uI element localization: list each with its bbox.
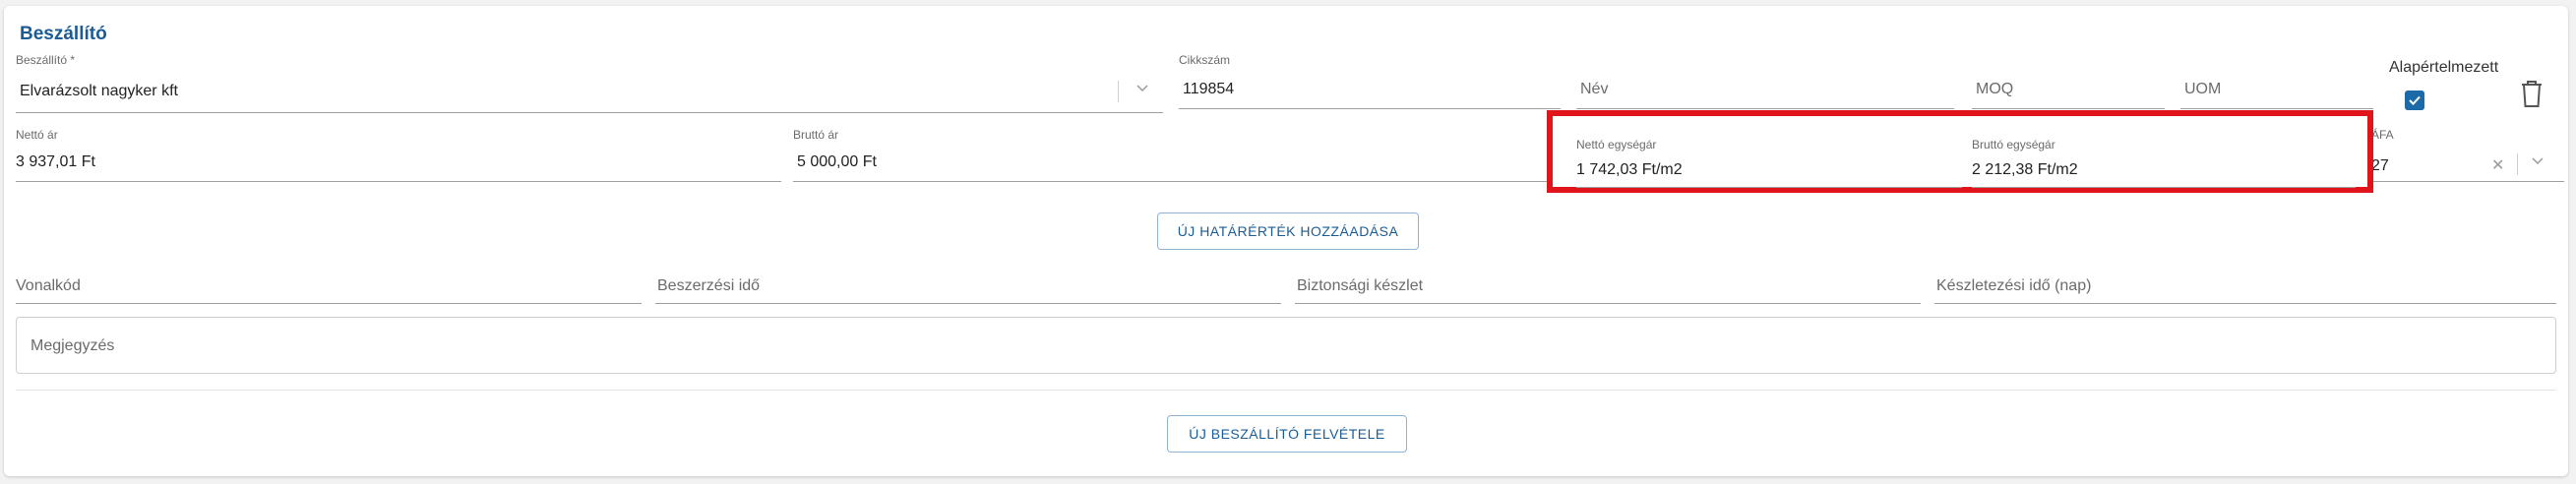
note-textarea[interactable]: Megjegyzés [16,317,2556,374]
vat-separator [2517,153,2518,175]
net-price-label: Nettó ár [16,128,58,142]
supplier-underline [16,112,1163,113]
gross-price-label: Bruttó ár [793,128,839,142]
barcode-placeholder: Vonalkód [16,277,81,294]
select-separator [1118,81,1119,102]
moq-placeholder: MOQ [1976,81,2014,97]
net-unit-price-value: 1 742,03 Ft/m2 [1576,161,1683,178]
safety-stock-placeholder: Biztonsági készlet [1297,277,1424,294]
stocking-time-field[interactable]: Készletezési idő (nap) [1934,268,2556,305]
barcode-underline [16,303,642,304]
clear-icon[interactable]: ✕ [2491,155,2504,175]
sku-field[interactable]: 119854 [1179,73,1561,110]
vat-underline [2371,181,2564,182]
unit-price-highlight: Nettó egységár 1 742,03 Ft/m2 Bruttó egy… [1547,110,2373,193]
net-price-underline [16,181,781,182]
gross-price-underline [793,181,1561,182]
procurement-time-field[interactable]: Beszerzési idő [655,268,1281,305]
gross-price-field[interactable]: 5 000,00 Ft [793,144,1561,182]
trash-icon[interactable] [2519,79,2545,113]
stocking-time-underline [1934,303,2556,304]
supplier-label: Beszállító * [16,53,76,67]
moq-underline [1972,108,2165,109]
chevron-down-icon[interactable] [2531,153,2545,172]
net-unit-price-underline [1576,187,1962,188]
vat-value: 27 [2371,157,2389,174]
chevron-down-icon[interactable] [1135,81,1149,97]
add-threshold-button[interactable]: ÚJ HATÁRÉRTÉK HOZZÁADÁSA [1157,212,1419,250]
uom-underline [2180,108,2373,109]
sku-value: 119854 [1183,81,1235,97]
procurement-time-underline [655,303,1281,304]
sku-underline [1179,108,1561,109]
uom-field[interactable]: UOM [2180,73,2373,110]
net-unit-price-field[interactable]: 1 742,03 Ft/m2 [1576,153,1962,188]
gross-unit-price-label: Bruttó egységár [1972,138,2055,151]
gross-unit-price-field[interactable]: 2 212,38 Ft/m2 [1972,153,2356,188]
note-placeholder: Megjegyzés [31,337,115,354]
name-placeholder: Név [1580,81,1609,97]
default-checkbox[interactable] [2405,91,2424,110]
name-underline [1576,108,1954,109]
uom-placeholder: UOM [2184,81,2222,97]
supplier-select[interactable]: Elvarázsolt nagyker kft [16,77,1163,114]
vat-select[interactable]: 27 ✕ [2371,144,2564,182]
stocking-time-placeholder: Készletezési idő (nap) [1936,277,2092,294]
net-price-value: 3 937,01 Ft [16,153,95,170]
gross-unit-price-value: 2 212,38 Ft/m2 [1972,161,2078,178]
gross-unit-price-underline [1972,187,2356,188]
moq-field[interactable]: MOQ [1972,73,2165,110]
default-label: Alapértelmezett [2389,59,2499,76]
safety-stock-underline [1295,303,1921,304]
barcode-field[interactable]: Vonalkód [16,268,642,305]
net-unit-price-label: Nettó egységár [1576,138,1657,151]
supplier-card: Beszállító Beszállító * Elvarázsolt nagy… [4,6,2568,476]
sku-label: Cikkszám [1179,53,1231,67]
procurement-time-placeholder: Beszerzési idő [657,277,761,294]
checkmark-icon [2409,95,2421,105]
section-title: Beszállító [20,24,107,44]
supplier-value: Elvarázsolt nagyker kft [20,83,178,99]
name-field[interactable]: Név [1576,73,1954,110]
add-supplier-button[interactable]: ÚJ BESZÁLLÍTÓ FELVÉTELE [1167,415,1407,453]
safety-stock-field[interactable]: Biztonsági készlet [1295,268,1921,305]
divider [16,390,2556,391]
vat-label: ÁFA [2371,128,2394,142]
net-price-field[interactable]: 3 937,01 Ft [16,144,781,182]
gross-price-value: 5 000,00 Ft [797,153,877,170]
